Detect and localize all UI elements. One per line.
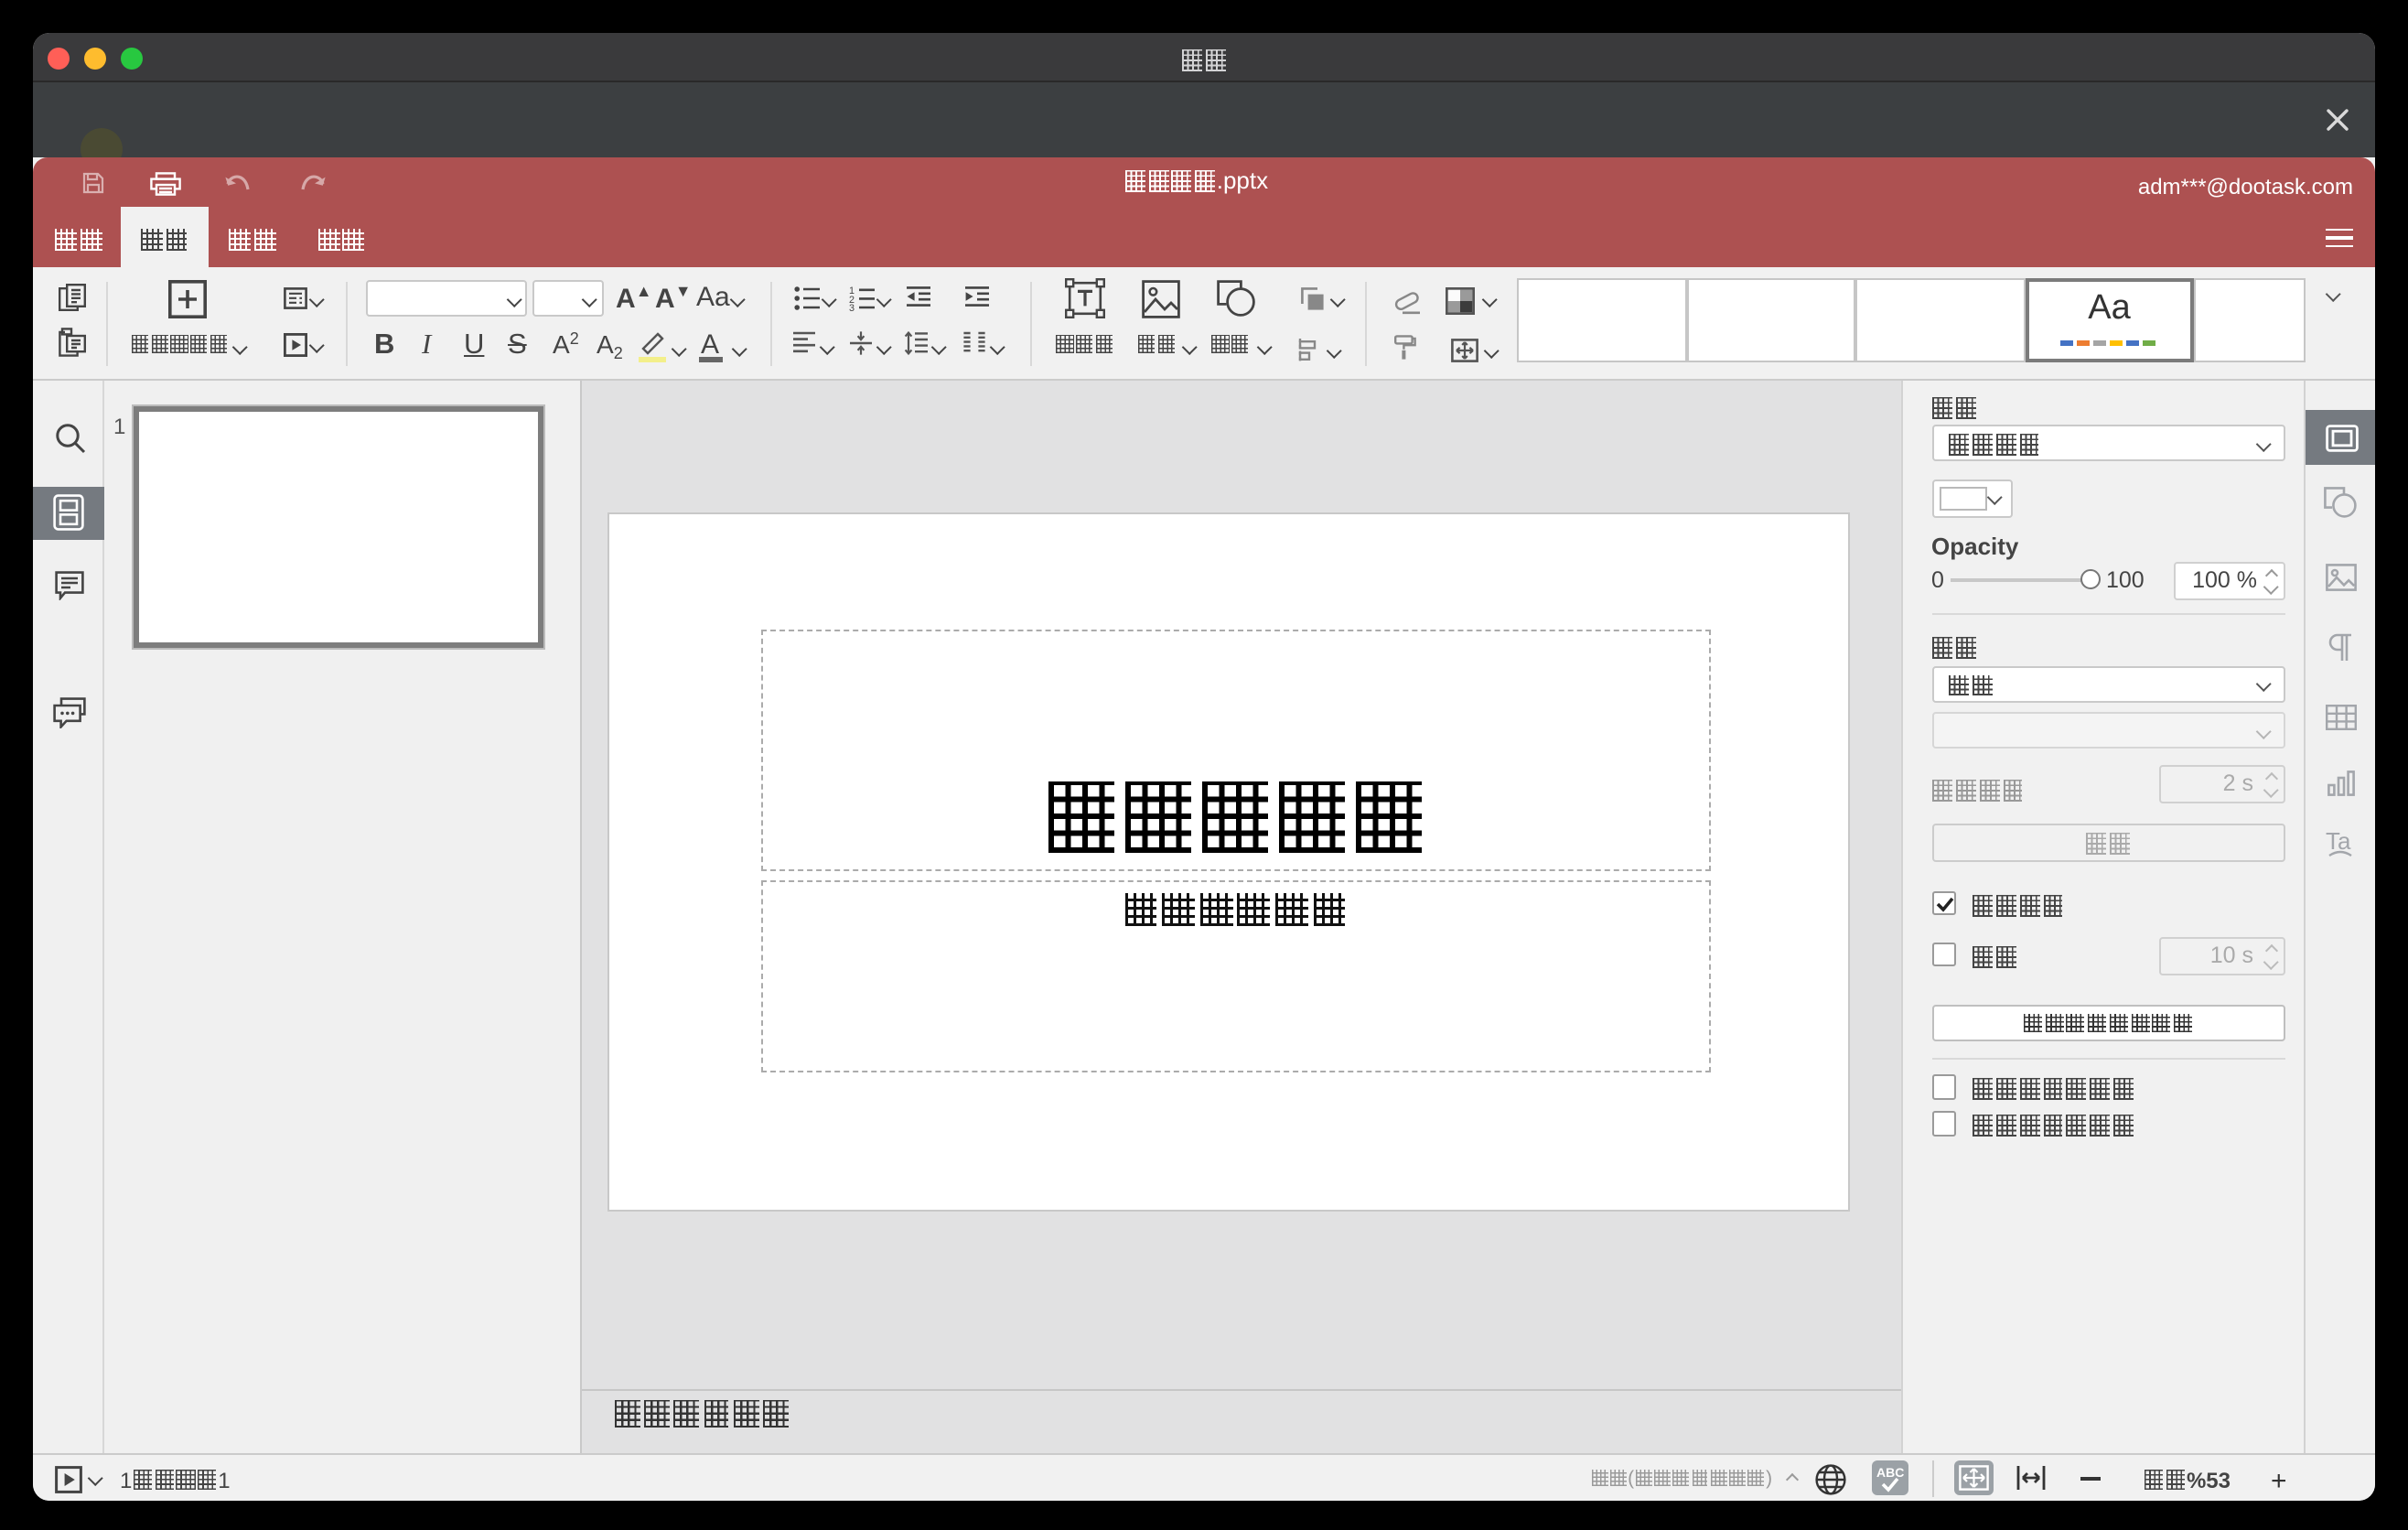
svg-text:3: 3 <box>849 302 855 310</box>
svg-text:Ta: Ta <box>2326 829 2351 855</box>
svg-text:ABC: ABC <box>1876 1465 1903 1480</box>
